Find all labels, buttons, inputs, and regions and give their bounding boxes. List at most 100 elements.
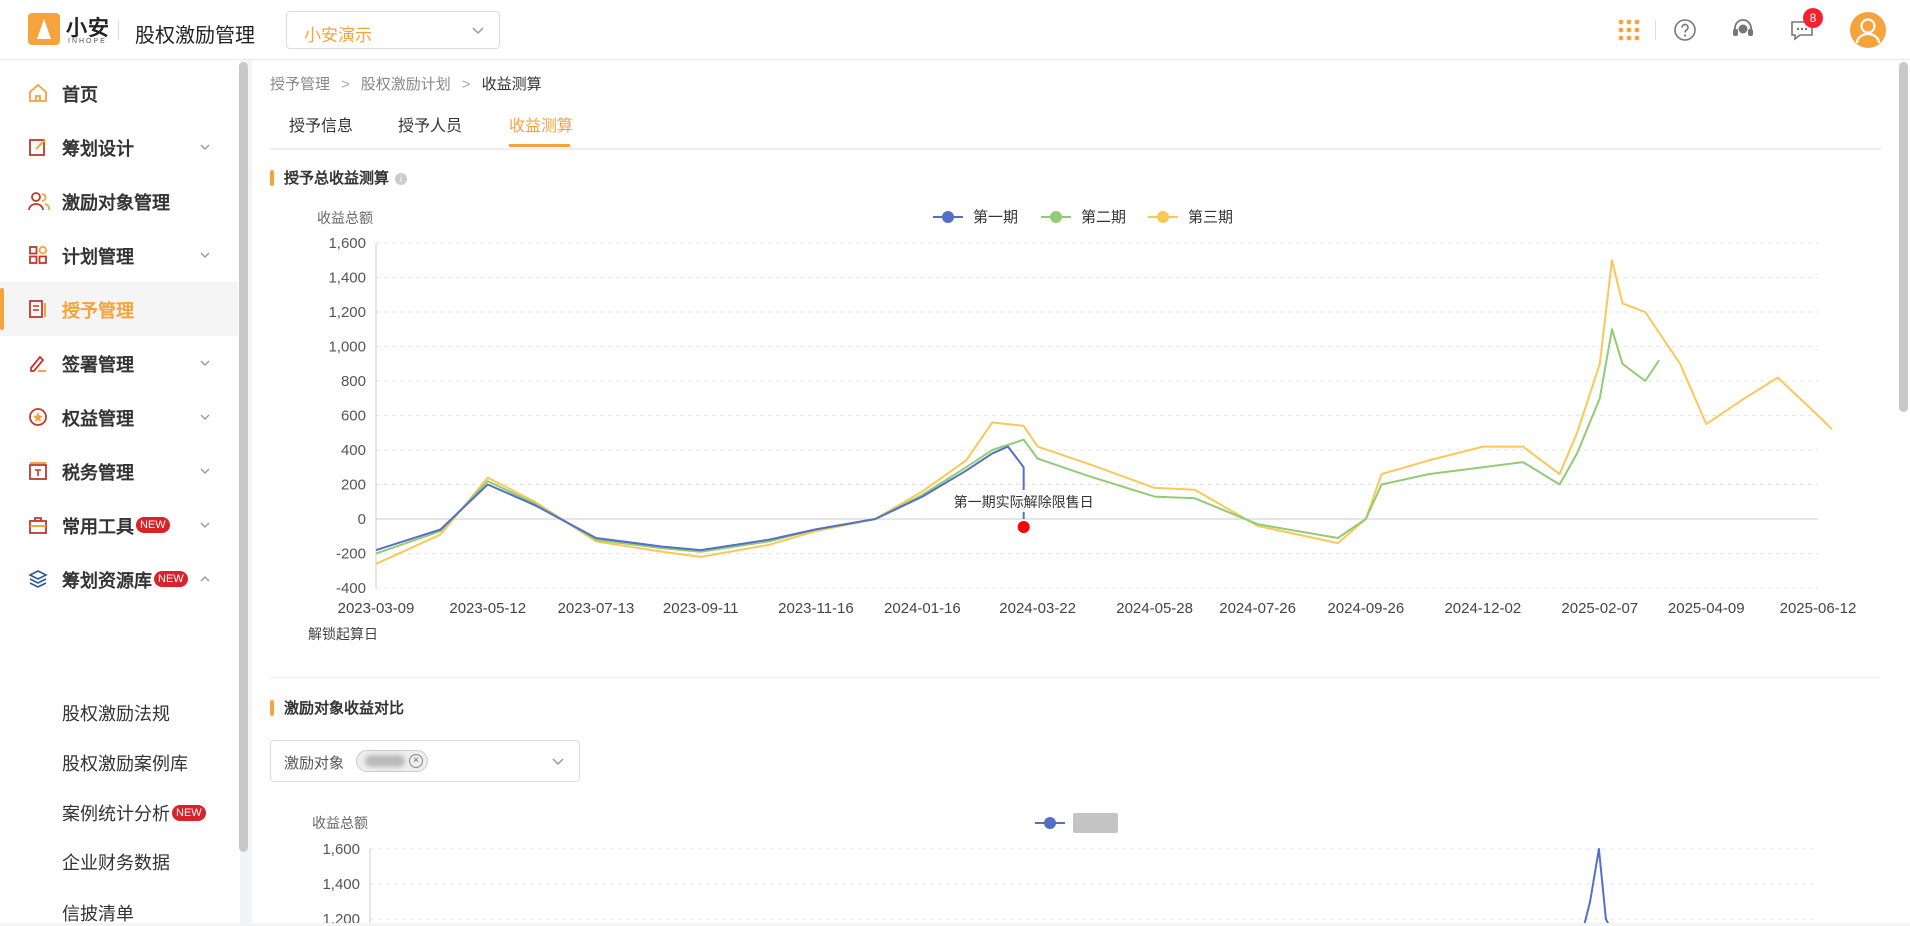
info-icon[interactable]: i (395, 173, 408, 185)
y-axis-label: 收益总额 (317, 210, 373, 226)
chevron-down-icon (200, 252, 210, 258)
sidebar-item-common-tools[interactable]: 常用工具 NEW (0, 498, 238, 552)
x-tick-label: 2024-03-22 (999, 600, 1076, 617)
sidebar-subitem-disclosure-list[interactable]: 信披清单 (62, 900, 134, 926)
active-tab-indicator (509, 144, 570, 147)
chevron-right-icon: > (341, 76, 350, 93)
legend-marker (1157, 211, 1169, 223)
sidebar-item-sign-management[interactable]: 签署管理 (0, 336, 238, 390)
chevron-down-icon (472, 27, 484, 35)
logo-divider (118, 20, 119, 40)
section-divider (270, 677, 1881, 678)
y-tick-label: 1,000 (328, 339, 366, 356)
y-tick-label: 1,400 (328, 270, 366, 287)
x-tick-label: 2025-04-09 (1668, 600, 1745, 617)
sidebar-subitem-case-statistics[interactable]: 案例统计分析 (62, 800, 170, 826)
apps-grid-icon[interactable] (1618, 19, 1640, 41)
avatar[interactable] (1850, 12, 1886, 48)
sidebar-subitem-case-library[interactable]: 股权激励案例库 (62, 750, 188, 776)
breadcrumb-item[interactable]: 授予管理 (270, 76, 330, 93)
tab-grant-personnel[interactable]: 授予人员 (398, 112, 462, 136)
redacted-name (365, 755, 405, 767)
sidebar-item-incentive-objects[interactable]: 激励对象管理 (0, 174, 238, 228)
chevron-down-icon (200, 468, 210, 474)
sidebar-item-grant-management[interactable]: 授予管理 (0, 282, 238, 336)
y-tick-label: 1,600 (322, 841, 360, 858)
new-badge: NEW (154, 571, 188, 587)
sidebar-item-planning-design[interactable]: 筹划设计 (0, 120, 238, 174)
sidebar-subitem-financial-data[interactable]: 企业财务数据 (62, 849, 170, 875)
breadcrumb-item[interactable]: 股权激励计划 (361, 76, 451, 93)
series-line (375, 259, 1833, 565)
sidebar-subitem-regulations[interactable]: 股权激励法规 (62, 700, 170, 726)
sidebar-item-equity-management[interactable]: 权益管理 (0, 390, 238, 444)
customer-service-icon[interactable] (1730, 17, 1756, 43)
tab-bar: 授予信息 授予人员 收益测算 (270, 100, 1881, 150)
sidebar-item-label: 授予管理 (62, 301, 134, 321)
legend-label: 第三期 (1188, 208, 1233, 226)
x-tick-label: 2024-12-02 (1444, 600, 1521, 617)
series-line (375, 328, 1660, 555)
notification-badge: 8 (1803, 8, 1823, 28)
legend-label: 第二期 (1081, 208, 1126, 226)
section-title-text: 授予总收益测算 (284, 170, 390, 187)
legend-label: 第一期 (973, 208, 1018, 226)
chevron-down-icon (200, 360, 210, 366)
chevron-down-icon (200, 522, 210, 528)
toolbox-icon (29, 517, 47, 534)
company-select-value: 小安演示 (304, 26, 372, 45)
chevron-down-icon (552, 758, 564, 766)
x-tick-label: 2025-02-07 (1561, 600, 1638, 617)
incentive-object-select[interactable]: 激励对象 × (270, 740, 580, 782)
y-tick-label: -400 (336, 580, 366, 597)
x-tick-label: 2023-09-11 (663, 600, 739, 617)
sidebar-item-label: 激励对象管理 (62, 193, 170, 213)
section-title-total-income: 授予总收益测算 i (270, 167, 408, 188)
sidebar-item-resource-library[interactable]: 筹划资源库 NEW (0, 552, 238, 606)
help-icon[interactable] (1673, 18, 1697, 42)
legend-marker (1050, 211, 1062, 223)
x-tick-label: 2025-06-12 (1780, 600, 1857, 617)
home-icon (29, 83, 47, 102)
annotation-label: 第一期实际解除限售日 (954, 494, 1094, 510)
redacted-legend-name (1073, 813, 1118, 833)
section-title-text: 激励对象收益对比 (284, 700, 405, 717)
legend-marker (1044, 817, 1056, 829)
x-tick-label: 2024-07-26 (1219, 600, 1296, 617)
badge-icon (29, 408, 47, 426)
sidebar-item-label: 计划管理 (62, 247, 134, 267)
annotation-marker (1017, 521, 1030, 533)
new-badge: NEW (172, 805, 206, 821)
x-tick-label: 2023-07-13 (558, 600, 635, 617)
y-tick-label: 1,200 (322, 911, 360, 923)
sidebar-item-tax-management[interactable]: 税务管理 (0, 444, 238, 498)
app-title: 股权激励管理 (135, 25, 255, 47)
sidebar-scrollbar[interactable] (239, 62, 248, 852)
company-select[interactable]: 小安演示 (286, 11, 500, 49)
document-icon (29, 300, 46, 318)
y-tick-label: 200 (341, 477, 366, 494)
close-icon[interactable]: × (409, 754, 423, 768)
user-icon (1855, 18, 1881, 44)
main-scrollbar[interactable] (1899, 62, 1908, 412)
tab-income-estimate[interactable]: 收益测算 (509, 112, 573, 136)
filter-label: 激励对象 (284, 755, 345, 772)
x-tick-label: 2023-11-16 (778, 600, 854, 617)
selected-object-tag[interactable]: × (356, 750, 428, 772)
top-bar: 小安 INHOPE 股权激励管理 小安演示 8 (0, 0, 1910, 60)
chevron-up-icon (200, 576, 210, 582)
sidebar-item-home[interactable]: 首页 (0, 66, 238, 120)
sidebar: 首页 筹划设计 激励对象管理 计划管理 授予管理 签署管理 权益管理 税务管理 … (0, 60, 240, 926)
icon-divider (1655, 20, 1656, 40)
x-axis-label: 解锁起算日 (308, 626, 378, 642)
grid-icon (29, 245, 47, 264)
tab-grant-info[interactable]: 授予信息 (289, 112, 353, 136)
y-tick-label: 600 (341, 408, 366, 425)
y-tick-label: -200 (336, 546, 366, 563)
app-logo (28, 13, 60, 45)
y-tick-label: 1,600 (328, 235, 366, 252)
sidebar-item-plan-management[interactable]: 计划管理 (0, 228, 238, 282)
total-income-chart: -400 -200 0 200 400 600 800 1,000 1,200 1,400 1,60… (308, 208, 1857, 642)
x-tick-label: 2023-05-12 (449, 600, 526, 617)
x-tick-label: 2024-01-16 (884, 600, 961, 617)
